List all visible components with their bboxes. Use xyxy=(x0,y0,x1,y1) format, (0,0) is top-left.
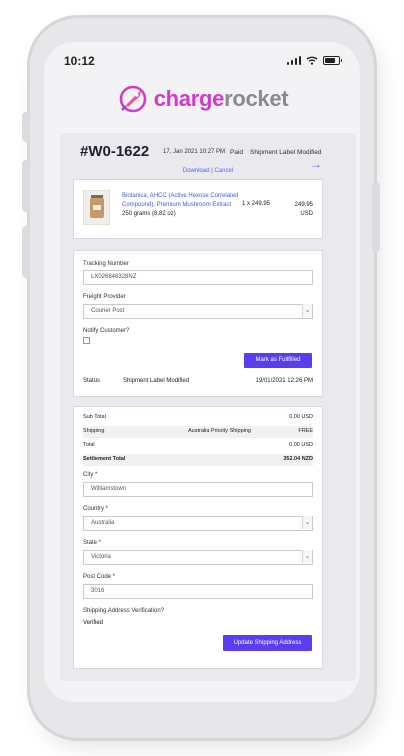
settlement-value: 352.04 NZD xyxy=(283,456,313,462)
postcode-input[interactable]: 3016 xyxy=(83,584,313,599)
settlement-row: Settlement Total 352.04 NZD xyxy=(83,454,313,466)
country-label: Country * xyxy=(83,506,109,512)
total-row: Total 0.00 USD xyxy=(83,440,313,452)
freight-provider-select[interactable]: Courier Post xyxy=(83,304,313,319)
brand-logo: chargerocket xyxy=(44,84,360,114)
settlement-label: Settlement Total xyxy=(83,456,126,462)
battery-icon xyxy=(323,56,342,65)
tracking-number-input[interactable]: LX026846328NZ xyxy=(83,270,313,285)
phone-power-button xyxy=(372,182,380,252)
product-total: 249.95 USD xyxy=(295,201,313,219)
product-total-value: 249.95 xyxy=(294,202,313,208)
link-separator: | xyxy=(211,168,213,174)
order-id: #W0-1622 xyxy=(80,143,150,160)
total-label: Total xyxy=(83,442,95,448)
country-select[interactable]: Australia xyxy=(83,516,313,531)
phone-side-button xyxy=(22,112,30,142)
address-verification-value: Verified xyxy=(83,620,104,626)
notify-customer-checkbox[interactable] xyxy=(83,337,90,344)
status-bar: 10:12 xyxy=(44,54,360,70)
phone-volume-up-button xyxy=(22,160,30,212)
city-label: City * xyxy=(83,472,98,478)
status-label: Status xyxy=(83,378,101,384)
order-summary-panel: Sub Total 0.00 USD Shipping Australia Pr… xyxy=(73,406,323,669)
cancel-link[interactable]: Cancel xyxy=(214,168,233,174)
subtotal-row: Sub Total 0.00 USD xyxy=(83,412,313,424)
status-icons xyxy=(286,56,342,65)
status-date: 19/01/2021 12:26 PM xyxy=(255,378,313,384)
signal-icon xyxy=(286,56,301,65)
order-date: 17, Jan 2021 10:27 PM xyxy=(163,149,226,155)
product-quantity-price: 1 x 249.95 xyxy=(242,201,271,207)
tracking-number-label: Tracking Number xyxy=(83,261,129,267)
fulfillment-panel: Tracking Number LX026846328NZ Freight Pr… xyxy=(73,250,323,397)
subtotal-label: Sub Total xyxy=(83,414,106,420)
city-input[interactable]: Williamstown xyxy=(83,482,313,497)
shipping-row: Shipping Australia Priority Shipping FRE… xyxy=(83,426,313,438)
phone-screen: 10:12 chargerocket #W0-1622 17, Jan 2021… xyxy=(44,42,360,702)
shipment-status: Shipment Label Modified xyxy=(250,149,322,156)
shipping-label: Shipping xyxy=(83,428,105,434)
subtotal-value: 0.00 USD xyxy=(289,414,313,420)
phone-volume-down-button xyxy=(22,226,30,278)
brand-name: chargerocket xyxy=(153,86,289,111)
download-link[interactable]: Download xyxy=(183,168,210,174)
update-shipping-address-button[interactable]: Update Shipping Address xyxy=(223,635,312,651)
shipping-value: FREE xyxy=(298,428,313,434)
mark-fulfilled-button[interactable]: Mark as Fullfilled xyxy=(244,353,312,368)
status-value: Shipment Label Modified xyxy=(123,378,190,384)
order-card: #W0-1622 17, Jan 2021 10:27 PM Paid Ship… xyxy=(60,133,356,681)
payment-status: Paid xyxy=(230,149,244,156)
state-label: State * xyxy=(83,540,102,546)
product-weight: 250 grams (8.82 oz) xyxy=(122,211,176,217)
product-line-item: Biotanica, AHCC (Active Hexose Correlate… xyxy=(73,179,323,239)
shipping-method: Australia Priority Shipping xyxy=(188,428,251,434)
wifi-icon xyxy=(306,56,318,65)
notify-customer-label: Notify Customer? xyxy=(83,328,130,334)
product-thumbnail[interactable] xyxy=(83,190,110,225)
address-verification-label: Shipping Address Verification? xyxy=(83,608,165,614)
clock: 10:12 xyxy=(64,54,95,68)
product-name-link[interactable]: Biotanica, AHCC (Active Hexose Correlate… xyxy=(122,192,242,210)
total-value: 0.00 USD xyxy=(289,442,313,448)
product-currency: USD xyxy=(300,211,313,217)
postcode-label: Post Code * xyxy=(83,574,116,580)
rocket-logo-icon xyxy=(119,85,147,113)
order-links: Download | Cancel xyxy=(60,168,356,174)
freight-provider-label: Freight Provider xyxy=(83,294,126,300)
state-select[interactable]: Victoria xyxy=(83,550,313,565)
